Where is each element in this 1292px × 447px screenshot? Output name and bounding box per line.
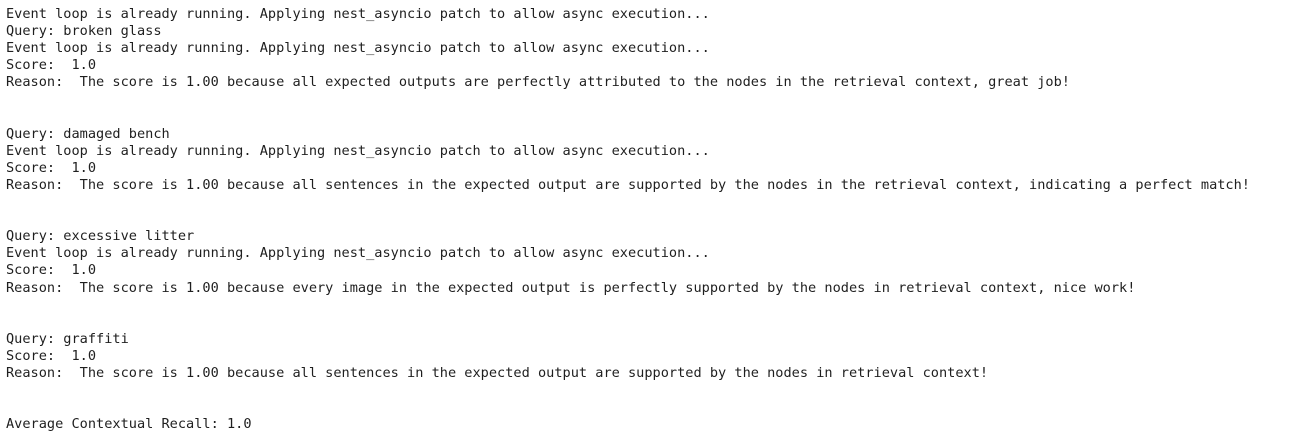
query-line: Query: graffiti bbox=[6, 330, 129, 347]
notebook-cell-output: Event loop is already running. Applying … bbox=[6, 6, 1250, 433]
reason-line: Reason: The score is 1.00 because all ex… bbox=[6, 74, 1070, 91]
query-line: Query: excessive litter bbox=[6, 228, 195, 245]
reason-line: Reason: The score is 1.00 because all se… bbox=[6, 364, 989, 381]
average-recall-line: Average Contextual Recall: 1.0 bbox=[6, 416, 252, 433]
score-line: Score: 1.0 bbox=[6, 57, 97, 74]
log-line: Event loop is already running. Applying … bbox=[6, 6, 710, 22]
score-line: Score: 1.0 bbox=[6, 347, 97, 364]
reason-line: Reason: The score is 1.00 because every … bbox=[6, 279, 1136, 296]
query-line: Query: broken glass bbox=[6, 23, 162, 40]
reason-line: Reason: The score is 1.00 because all se… bbox=[6, 176, 1250, 193]
log-line: Event loop is already running. Applying … bbox=[6, 40, 710, 57]
score-line: Score: 1.0 bbox=[6, 262, 97, 279]
log-line: Event loop is already running. Applying … bbox=[6, 142, 710, 159]
query-line: Query: damaged bench bbox=[6, 125, 170, 142]
score-line: Score: 1.0 bbox=[6, 159, 97, 176]
log-line: Event loop is already running. Applying … bbox=[6, 245, 710, 262]
